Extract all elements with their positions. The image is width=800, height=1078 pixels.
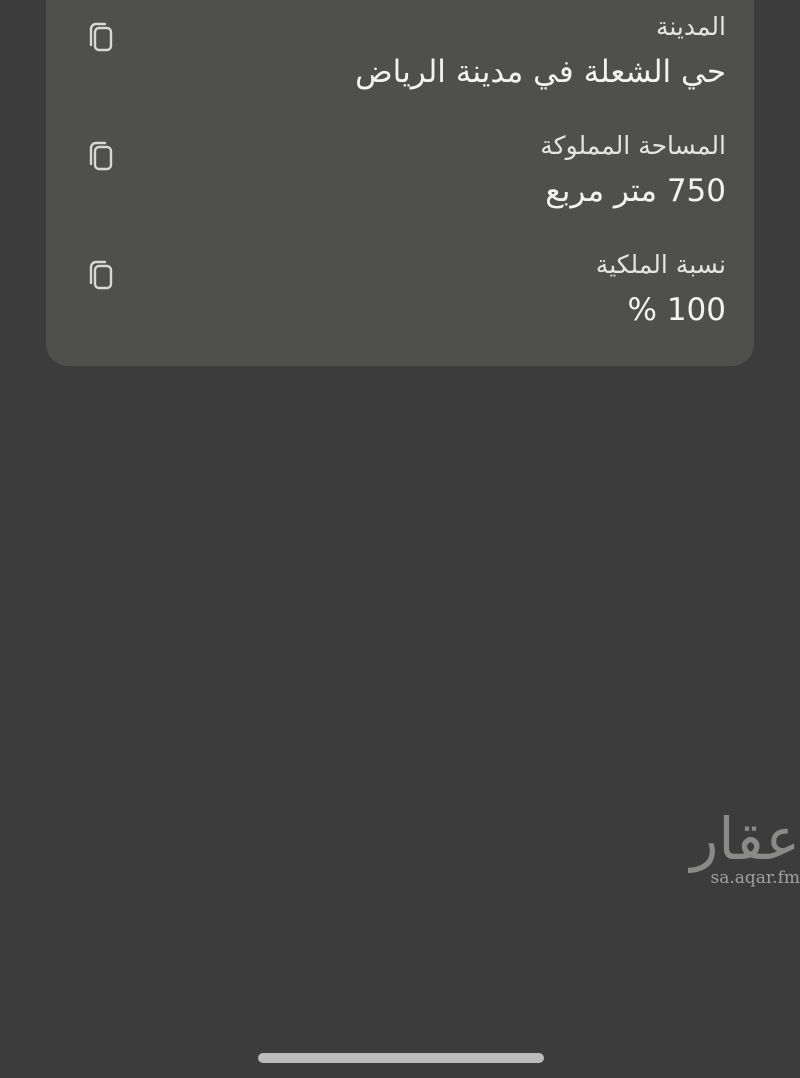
- watermark: عقار sa.aqar.fm: [670, 808, 800, 888]
- copy-icon[interactable]: [82, 137, 122, 177]
- detail-value: 100 %: [627, 292, 726, 328]
- detail-label: المدينة: [655, 12, 726, 41]
- detail-value: 750 متر مربع: [545, 173, 726, 209]
- detail-value: حي الشعلة في مدينة الرياض: [355, 54, 726, 90]
- watermark-logo: عقار: [690, 805, 800, 873]
- detail-row-owned-area: المساحة المملوكة 750 متر مربع: [74, 121, 726, 239]
- detail-label: المساحة المملوكة: [540, 131, 726, 160]
- copy-icon[interactable]: [82, 18, 122, 58]
- copy-icon[interactable]: [82, 256, 122, 296]
- detail-label: نسبة الملكية: [595, 250, 726, 279]
- property-details-card: المدينة حي الشعلة في مدينة الرياض المساح…: [46, 0, 754, 366]
- detail-row-ownership-ratio: نسبة الملكية 100 %: [74, 240, 726, 358]
- home-indicator[interactable]: [258, 1053, 544, 1063]
- detail-row-city: المدينة حي الشعلة في مدينة الرياض: [74, 2, 726, 120]
